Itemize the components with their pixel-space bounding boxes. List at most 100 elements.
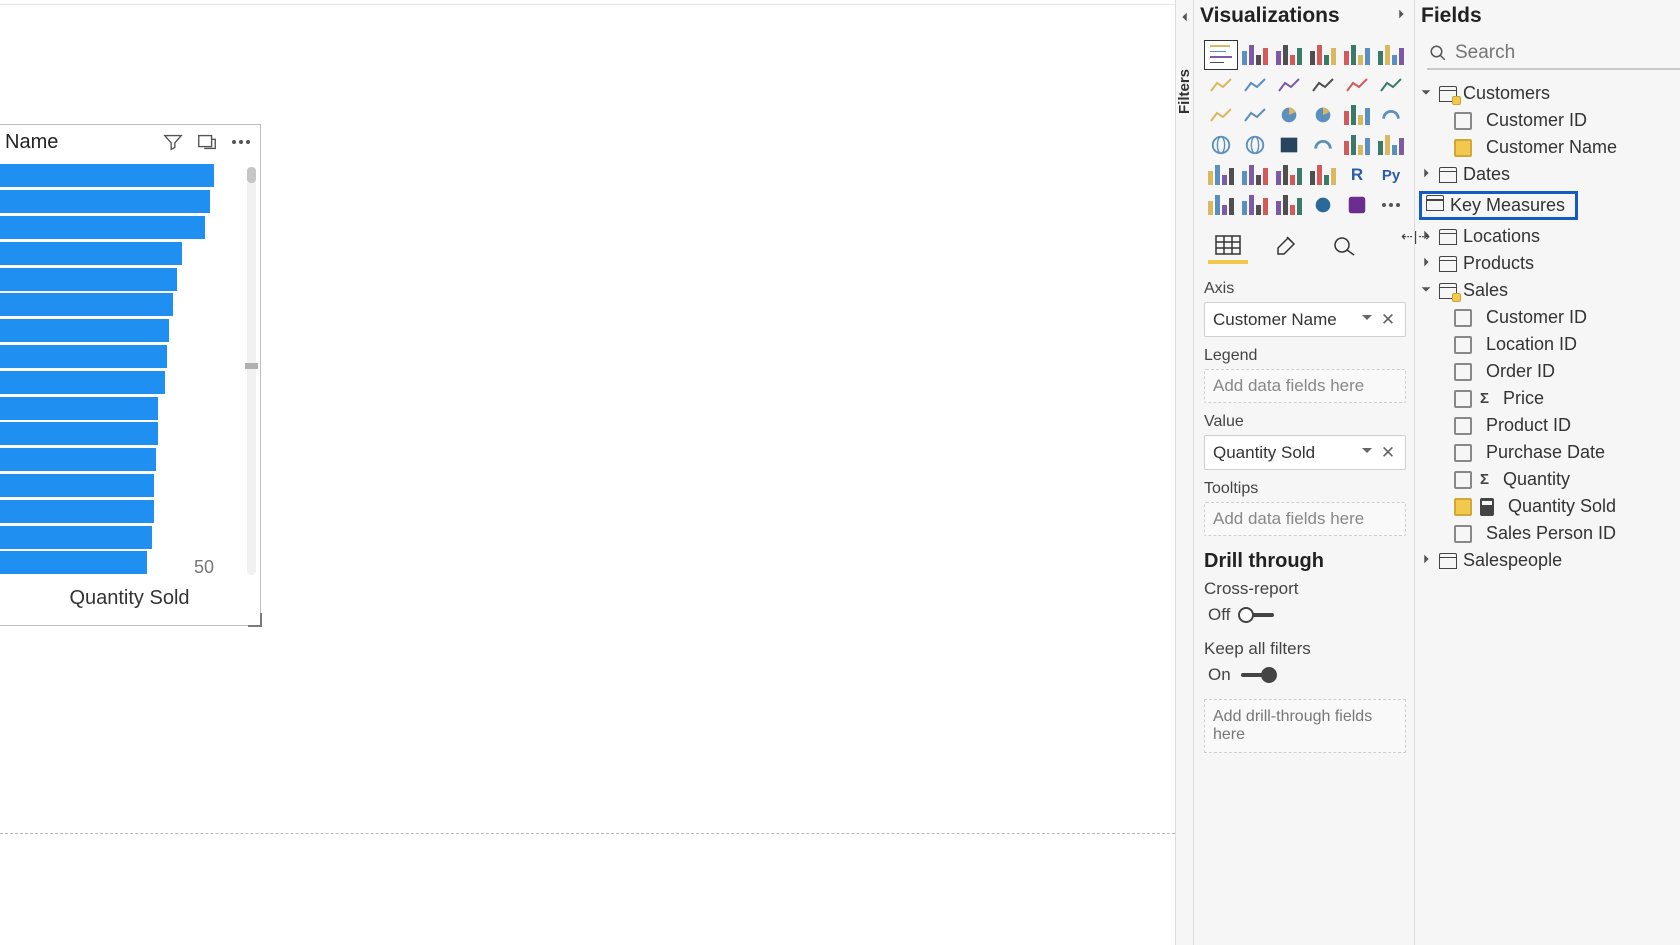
table-customers[interactable]: Customers: [1419, 80, 1680, 107]
field-quantity-sold[interactable]: Quantity Sold: [1419, 493, 1680, 520]
viz-multi-card[interactable]: [1204, 160, 1238, 190]
field-checkbox[interactable]: [1454, 525, 1472, 543]
viz-kpi[interactable]: [1374, 130, 1408, 160]
legend-well[interactable]: Add data fields here: [1204, 369, 1406, 403]
field-checkbox[interactable]: [1454, 309, 1472, 327]
field-quantity[interactable]: ΣQuantity: [1419, 466, 1680, 493]
field-checkbox[interactable]: [1454, 444, 1472, 462]
chevron-down-icon[interactable]: [1359, 309, 1375, 330]
axis-well[interactable]: Customer Name ✕: [1204, 302, 1406, 337]
viz-globe[interactable]: [1204, 130, 1238, 160]
tooltips-well[interactable]: Add data fields here: [1204, 502, 1406, 536]
viz-filled-map[interactable]: [1238, 130, 1272, 160]
viz-funnel[interactable]: [1238, 160, 1272, 190]
drillthrough-drop[interactable]: Add drill-through fields here: [1204, 699, 1406, 753]
field-checkbox[interactable]: [1454, 417, 1472, 435]
viz-bar-group-v[interactable]: [1306, 40, 1340, 70]
collapse-viz-icon[interactable]: [1394, 7, 1408, 26]
viz-bar-stack-h[interactable]: [1340, 40, 1374, 70]
chevron-right-icon[interactable]: [1419, 253, 1433, 274]
fields-tab[interactable]: [1210, 230, 1246, 260]
field-customer-name[interactable]: Customer Name: [1419, 134, 1680, 161]
viz-gauge[interactable]: [1374, 100, 1408, 130]
field-product-id[interactable]: Product ID: [1419, 412, 1680, 439]
chevron-right-icon[interactable]: [1419, 164, 1433, 185]
table-dates[interactable]: Dates: [1419, 161, 1680, 188]
viz-tree[interactable]: [1340, 100, 1374, 130]
field-order-id[interactable]: Order ID: [1419, 358, 1680, 385]
format-tab[interactable]: [1268, 230, 1304, 260]
field-customer-id[interactable]: Customer ID: [1419, 304, 1680, 331]
expand-filters-icon[interactable]: [1178, 10, 1192, 29]
bar[interactable]: [0, 371, 165, 394]
focus-mode-icon[interactable]: [194, 129, 220, 155]
remove-value-field[interactable]: ✕: [1379, 443, 1397, 463]
viz-key-influencers[interactable]: [1204, 190, 1238, 220]
viz-matrix[interactable]: [1306, 160, 1340, 190]
field-customer-id[interactable]: Customer ID: [1419, 107, 1680, 134]
bar[interactable]: [0, 526, 152, 549]
field-checkbox[interactable]: [1454, 390, 1472, 408]
chevron-down-icon[interactable]: [1359, 442, 1375, 463]
keep-filters-toggle[interactable]: [1241, 673, 1275, 677]
bar[interactable]: [0, 345, 167, 368]
viz-choropleth[interactable]: [1272, 130, 1306, 160]
field-checkbox[interactable]: [1454, 112, 1472, 130]
viz-donut[interactable]: [1306, 100, 1340, 130]
cross-report-toggle[interactable]: [1240, 613, 1274, 617]
viz-ribbon[interactable]: [1374, 70, 1408, 100]
viz-pie[interactable]: [1272, 100, 1306, 130]
bar[interactable]: [0, 319, 169, 342]
field-checkbox[interactable]: [1454, 139, 1472, 157]
bar[interactable]: [0, 500, 154, 523]
field-checkbox[interactable]: [1454, 363, 1472, 381]
table-products[interactable]: Products: [1419, 250, 1680, 277]
viz-area-stack[interactable]: [1272, 70, 1306, 100]
viz-r[interactable]: R: [1340, 160, 1374, 190]
scrollbar-thumb[interactable]: [247, 167, 256, 183]
viz-decomp[interactable]: [1238, 190, 1272, 220]
viz-paginated[interactable]: [1306, 190, 1340, 220]
viz-combo[interactable]: [1306, 70, 1340, 100]
filters-rail[interactable]: Filters: [1176, 0, 1194, 945]
resize-grip[interactable]: [244, 609, 262, 627]
viz-bar-group-h[interactable]: [1374, 40, 1408, 70]
field-price[interactable]: ΣPrice: [1419, 385, 1680, 412]
viz-waterfall[interactable]: [1204, 100, 1238, 130]
analytics-tab[interactable]: [1326, 230, 1362, 260]
fields-search-input[interactable]: [1455, 42, 1680, 64]
chevron-down-icon[interactable]: [1419, 83, 1433, 104]
viz-powerapps[interactable]: [1340, 190, 1374, 220]
bar[interactable]: [0, 242, 182, 265]
scrollbar[interactable]: [247, 167, 256, 575]
viz-bar-v[interactable]: [1238, 40, 1272, 70]
bar[interactable]: [0, 448, 156, 471]
viz-bar-h[interactable]: [1204, 40, 1238, 70]
bar[interactable]: [0, 397, 158, 420]
bar[interactable]: [0, 474, 154, 497]
table-key-measures[interactable]: Key Measures⋯: [1419, 188, 1680, 223]
table-sales[interactable]: Sales: [1419, 277, 1680, 304]
viz-table[interactable]: [1272, 160, 1306, 190]
chevron-right-icon[interactable]: [1419, 550, 1433, 571]
visual-options-icon[interactable]: [228, 129, 254, 155]
field-checkbox[interactable]: [1454, 471, 1472, 489]
field-sales-person-id[interactable]: Sales Person ID: [1419, 520, 1680, 547]
bar[interactable]: [0, 164, 214, 187]
fields-search[interactable]: [1427, 38, 1680, 70]
filter-icon[interactable]: [160, 129, 186, 155]
field-purchase-date[interactable]: Purchase Date: [1419, 439, 1680, 466]
viz-scatter[interactable]: [1238, 100, 1272, 130]
bar[interactable]: [0, 268, 177, 291]
viz-bar-stack-v[interactable]: [1272, 40, 1306, 70]
remove-axis-field[interactable]: ✕: [1379, 310, 1397, 330]
viz-more[interactable]: [1374, 190, 1408, 220]
bar[interactable]: [0, 422, 158, 445]
viz-combo2[interactable]: [1340, 70, 1374, 100]
viz-area[interactable]: [1238, 70, 1272, 100]
value-well[interactable]: Quantity Sold ✕: [1204, 435, 1406, 470]
bar[interactable]: [0, 190, 210, 213]
viz-card[interactable]: [1340, 130, 1374, 160]
field-checkbox[interactable]: [1454, 498, 1472, 516]
bar[interactable]: [0, 216, 205, 239]
